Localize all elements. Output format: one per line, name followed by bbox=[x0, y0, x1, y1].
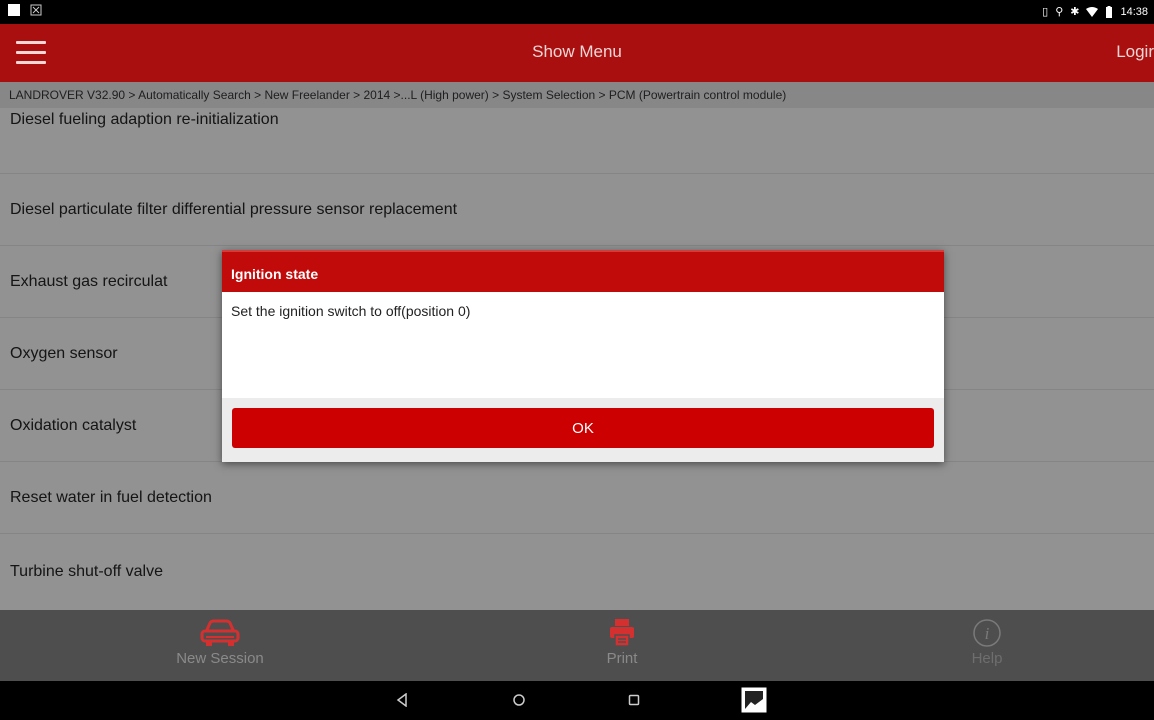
ok-button[interactable]: OK bbox=[232, 408, 934, 448]
help-label: Help bbox=[971, 650, 1003, 667]
clock: 14:38 bbox=[1120, 6, 1148, 18]
vibrate-icon: ▯ bbox=[1042, 6, 1049, 18]
dialog-title: Ignition state bbox=[222, 250, 944, 292]
wifi-icon bbox=[1086, 7, 1099, 17]
app-bar: Show Menu Logir bbox=[0, 24, 1154, 82]
location-icon: ⚲ bbox=[1055, 6, 1064, 18]
bluetooth-icon: ✱ bbox=[1070, 6, 1080, 18]
bottom-toolbar: New Session Print i Help bbox=[0, 610, 1154, 681]
dialog-message: Set the ignition switch to off(position … bbox=[231, 303, 471, 319]
printer-icon bbox=[610, 619, 634, 647]
print-label: Print bbox=[606, 650, 638, 667]
login-button[interactable]: Logir bbox=[1116, 42, 1154, 62]
notification-square-icon bbox=[8, 4, 20, 16]
app-title[interactable]: Show Menu bbox=[0, 42, 1154, 62]
new-session-label: New Session bbox=[176, 650, 264, 667]
recents-square-icon[interactable] bbox=[628, 693, 640, 707]
ignition-state-dialog: Ignition state Set the ignition switch t… bbox=[222, 250, 944, 462]
status-bar: ▯ ⚲ ✱ 14:38 bbox=[0, 0, 1154, 24]
car-icon bbox=[200, 619, 240, 646]
battery-icon bbox=[1106, 6, 1113, 18]
screenshot-icon bbox=[30, 4, 42, 16]
info-icon: i bbox=[973, 619, 1001, 647]
back-triangle-icon[interactable] bbox=[396, 693, 408, 707]
android-nav-bar bbox=[0, 681, 1154, 720]
gallery-image-icon[interactable] bbox=[741, 687, 767, 713]
home-circle-icon[interactable] bbox=[512, 693, 526, 707]
print-button[interactable]: Print bbox=[562, 610, 682, 667]
help-button[interactable]: i Help bbox=[927, 610, 1047, 667]
svg-text:i: i bbox=[985, 624, 990, 643]
new-session-button[interactable]: New Session bbox=[160, 610, 280, 667]
dialog-button-area: OK bbox=[222, 398, 944, 462]
